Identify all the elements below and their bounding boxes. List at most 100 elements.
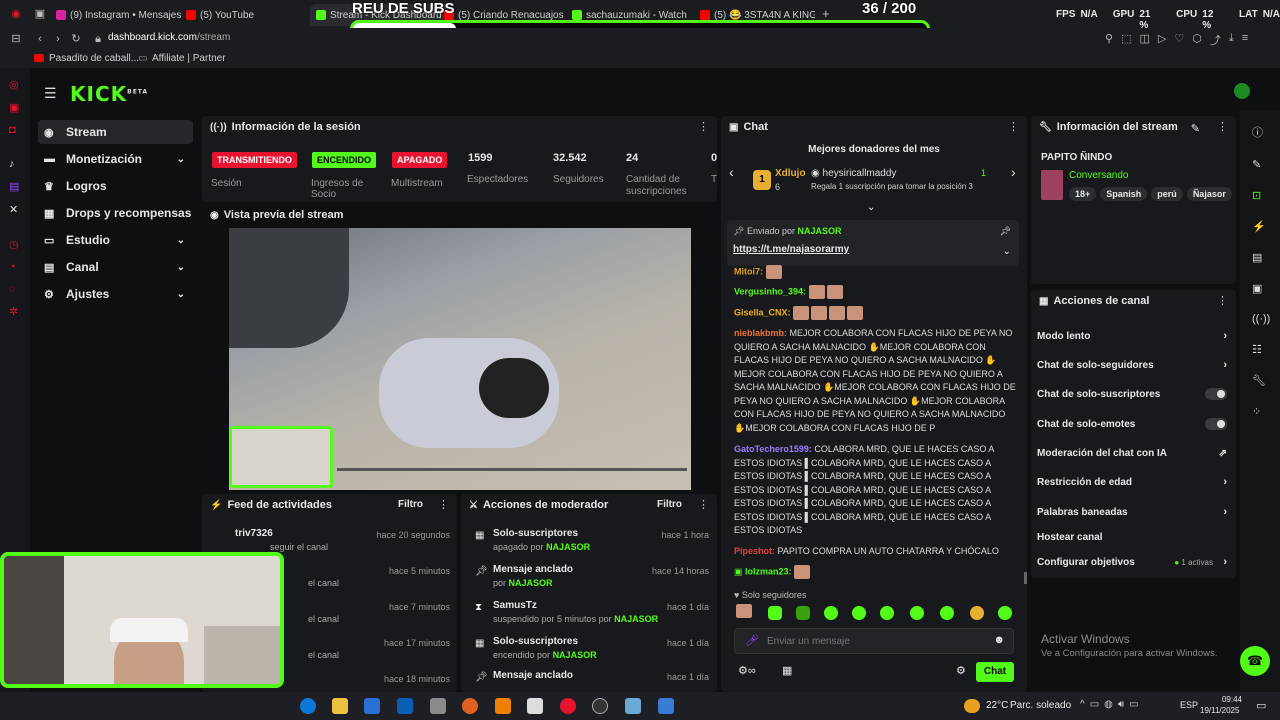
chevron-right-icon[interactable]: › <box>1011 164 1016 180</box>
filter-button[interactable]: Filtro <box>657 499 682 510</box>
file-icon[interactable] <box>527 698 543 714</box>
donor-name[interactable]: Xdlujo <box>775 168 806 179</box>
channel-action-banned-words[interactable]: Palabras baneadas › <box>1037 502 1227 522</box>
sidebar-item-drops[interactable]: ▦ Drops y recompensas <box>38 201 193 225</box>
category-thumbnail[interactable] <box>1041 170 1063 200</box>
edge-icon[interactable] <box>300 698 316 714</box>
firefox-icon[interactable] <box>462 698 478 714</box>
camera-icon[interactable]: ◫ <box>1139 32 1149 48</box>
outlook-icon[interactable] <box>397 698 413 714</box>
support-icon[interactable]: ☎ <box>1240 646 1270 676</box>
sidebar-item-logros[interactable]: ♛ Logros <box>38 174 193 198</box>
more-icon[interactable]: ⋮ <box>698 500 709 511</box>
heart-icon[interactable]: ♡ <box>1174 32 1184 48</box>
toggle-switch[interactable] <box>1205 388 1227 400</box>
chat-username[interactable]: Vergusinho_394: <box>734 286 806 296</box>
download-icon[interactable]: ⤓ <box>1229 32 1234 48</box>
toggle-switch[interactable] <box>1205 418 1227 430</box>
chat-input-field[interactable] <box>767 633 977 649</box>
donor2[interactable]: ◉ heysiricallmaddy <box>811 168 896 179</box>
target-icon[interactable]: ⊡ <box>1252 189 1270 202</box>
clock-icon[interactable]: ◔ <box>9 261 19 273</box>
opera-logo-icon[interactable]: ◉ <box>10 8 22 20</box>
chevron-down-icon[interactable]: ⌄ <box>1003 246 1011 257</box>
chevron-left-icon[interactable]: ‹ <box>729 164 734 180</box>
apps-icon[interactable]: ⁘ <box>1252 405 1270 418</box>
store-icon[interactable]: ▦ <box>782 664 792 677</box>
channel-action-solo-emotes[interactable]: Chat de solo-emotes <box>1037 414 1227 434</box>
chat-username[interactable]: lolzman23: <box>745 566 792 576</box>
bookmark-item[interactable]: Pasadito de caball... <box>49 53 139 64</box>
emote-icon[interactable] <box>768 606 782 620</box>
list-icon[interactable]: ☷ <box>1252 343 1270 356</box>
weather-temp[interactable]: 22°C <box>986 700 1008 711</box>
tab-youtube[interactable]: (5) YouTube <box>186 4 286 26</box>
chat-icon[interactable]: ▣ <box>9 101 19 114</box>
channel-action-solo-seguidores[interactable]: Chat de solo-seguidores › <box>1037 355 1227 375</box>
mic-icon[interactable]: 🎤︎ <box>745 634 759 647</box>
document-icon[interactable]: ▤ <box>1252 251 1270 264</box>
chat-icon[interactable]: ▣ <box>1252 282 1270 295</box>
sidebar-item-canal[interactable]: ▤ Canal ⌄ <box>38 255 193 279</box>
chat-username[interactable]: GatoTechero1599: <box>734 444 812 454</box>
instagram-icon[interactable]: ◘ <box>9 124 19 136</box>
sidebar-toggle-icon[interactable]: ⊟ <box>10 33 22 45</box>
more-icon[interactable]: ⋮ <box>698 122 709 133</box>
pinned-by[interactable]: NAJASOR <box>798 226 842 236</box>
weather-icon[interactable] <box>964 699 980 713</box>
emote-icon[interactable] <box>998 606 1012 620</box>
kick-logo[interactable]: KICKBETA <box>70 82 148 106</box>
tiktok-icon[interactable]: ♪ <box>9 158 19 170</box>
chat-username[interactable]: Pipeshot: <box>734 546 775 556</box>
sidebar-item-monetizacion[interactable]: ▬ Monetización ⌄ <box>38 147 193 171</box>
channel-action-solo-suscriptores[interactable]: Chat de solo-suscriptores <box>1037 384 1227 404</box>
tray-icons[interactable]: ^▭◍🔊︎▭ <box>1080 699 1144 710</box>
reload-icon[interactable]: ↻ <box>70 33 82 45</box>
info-icon[interactable]: ⓘ <box>1252 124 1270 140</box>
send-chat-button[interactable]: Chat <box>976 662 1014 682</box>
clock-time[interactable]: 09:44 <box>1210 695 1242 704</box>
language-indicator[interactable]: ESP <box>1180 700 1198 710</box>
emote-icon[interactable] <box>736 604 752 618</box>
settings-icon[interactable]: ✲ <box>9 305 19 318</box>
chat-username[interactable]: nieblakbmb: <box>734 328 787 338</box>
chat-username[interactable]: Mitoi7: <box>734 266 763 276</box>
more-icon[interactable]: ⋮ <box>1217 296 1228 307</box>
calculator-icon[interactable] <box>658 698 674 714</box>
collapse-icon[interactable]: ⌄ <box>867 202 875 213</box>
moderator-name[interactable]: NAJASOR <box>553 650 597 660</box>
wrench-icon[interactable]: 🔧︎ <box>1252 374 1270 387</box>
pin-icon[interactable]: ⚲ <box>1105 32 1113 48</box>
notification-icon[interactable]: ▭ <box>1256 699 1266 712</box>
share-icon[interactable]: ⤴ <box>1210 32 1221 48</box>
store-icon[interactable] <box>364 698 380 714</box>
emote-icon[interactable] <box>940 606 954 620</box>
channel-action-modo-lento[interactable]: Modo lento › <box>1037 326 1227 346</box>
more-icon[interactable]: ⋮ <box>1008 122 1019 133</box>
tab-grid-icon[interactable]: ▣ <box>34 8 46 20</box>
emote-icon[interactable] <box>852 606 866 620</box>
pinned-link[interactable]: https://t.me/najasorarmy <box>733 244 849 255</box>
channel-action-age-restriction[interactable]: Restricción de edad › <box>1037 472 1227 492</box>
sidebar-item-ajustes[interactable]: ⚙ Ajustes ⌄ <box>38 282 193 306</box>
stream-category[interactable]: Conversando <box>1069 170 1128 181</box>
clock-date[interactable]: 19/11/2025 <box>1200 706 1239 715</box>
emote-icon[interactable] <box>824 606 838 620</box>
chat-input[interactable]: 🎤︎ ☻ <box>734 628 1014 654</box>
tab-instagram[interactable]: (9) Instagram • Mensajes <box>56 4 181 26</box>
emote-icon[interactable] <box>880 606 894 620</box>
extensions-icon[interactable]: ⬡ <box>1192 32 1202 48</box>
channel-action-ia-moderation[interactable]: Moderación del chat con IA ⇗ <box>1037 443 1227 463</box>
video-progress[interactable] <box>337 468 687 471</box>
obs-icon[interactable] <box>592 698 608 714</box>
messenger-icon[interactable]: ◎ <box>9 78 19 91</box>
bolt-icon[interactable]: ⚡ <box>1252 220 1270 233</box>
edit-icon[interactable]: ✎ <box>1252 158 1270 171</box>
forward-icon[interactable]: › <box>52 33 64 45</box>
back-icon[interactable]: ‹ <box>34 33 46 45</box>
moderator-name[interactable]: NAJASOR <box>614 614 658 624</box>
video-player[interactable] <box>229 228 691 490</box>
sidebar-item-estudio[interactable]: ▭ Estudio ⌄ <box>38 228 193 252</box>
chat-username[interactable]: Gisella_CNX: <box>734 307 791 317</box>
settings-icon[interactable]: ⚙ <box>956 664 966 677</box>
